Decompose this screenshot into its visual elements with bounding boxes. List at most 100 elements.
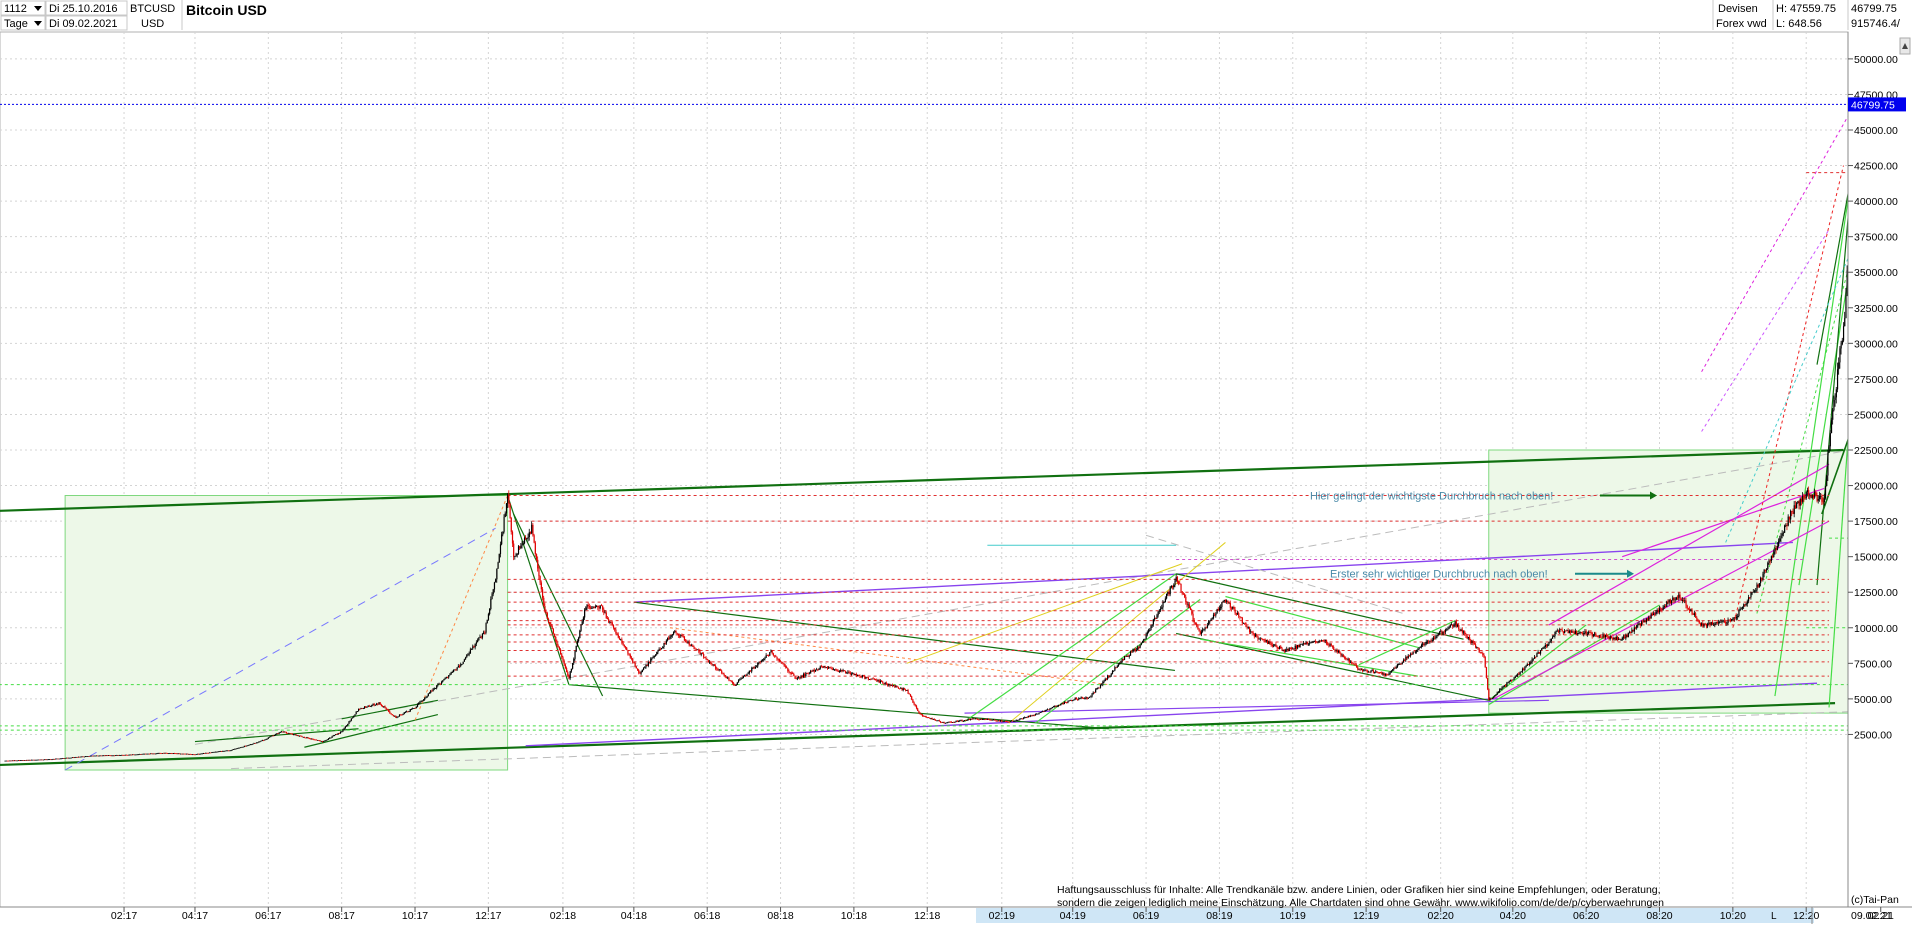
candle-body [1808,490,1810,496]
candle-body [350,718,352,721]
date-to: Di 09.02.2021 [49,18,118,30]
candle-body [444,677,446,680]
candle-body [1597,636,1599,637]
candle-body [964,720,966,721]
candle-body [119,755,122,756]
time-scrollbar[interactable] [976,908,1814,923]
candle-body [1355,665,1358,668]
candle-body [1215,613,1217,616]
candle-body [212,752,214,753]
candle-body [835,669,837,671]
candle-body [495,579,497,583]
y-tick-label: 7500.00 [1854,658,1892,670]
candle-body [33,759,35,761]
candle-body [320,741,322,742]
candle-body [1178,581,1180,584]
candle-body [289,733,291,734]
candle-body [183,753,185,755]
candle-body [1609,636,1611,639]
candle-body [1191,610,1193,614]
candle-body [269,736,271,738]
candle-body [861,675,864,678]
candle-body [380,704,383,706]
candle-body [199,753,201,755]
candle-body [103,755,105,757]
market-label: Devisen [1718,3,1758,15]
candle-body [409,709,411,712]
candle-body [1637,624,1639,626]
x-tick-label: 08:19 [1206,910,1232,922]
candle-body [1059,704,1061,706]
candle-body [439,683,441,685]
candle-body [1707,623,1709,627]
candle-body [707,660,710,663]
candle-body [668,637,670,639]
candle-body [826,667,829,669]
candle-body [299,735,301,737]
candle-body [1523,668,1525,670]
candle-body [771,650,773,654]
candle-body [764,657,766,659]
candle-body [27,759,29,761]
candle-body [1502,686,1504,688]
candle-body [341,731,343,733]
candle-body [230,750,232,752]
candle-body [820,666,823,668]
candle-body [1261,638,1263,640]
candle-body [22,760,24,761]
candle-body [1096,688,1098,690]
candle-body [1004,721,1007,723]
candle-body [67,757,69,759]
candle-body [422,699,425,701]
candle-body [966,720,968,721]
candle-body [93,755,95,757]
candle-body [1083,697,1085,699]
candle-body [187,753,189,755]
candle-body [397,716,399,718]
candle-body [1565,630,1567,632]
candle-body [562,657,564,661]
candle-body [1015,720,1017,721]
candle-body [130,754,132,756]
candle-body [1827,452,1829,476]
candle-body [1814,491,1816,498]
candle-body [1104,678,1106,681]
candle-body [1316,642,1318,644]
candle-body [933,719,936,720]
candle-body [1619,638,1621,640]
candle-body [1513,677,1515,680]
candle-body [457,665,460,668]
candle-body [1390,670,1393,673]
candle-body [1672,597,1674,601]
candle-body [1649,617,1651,619]
candle-body [823,666,825,668]
candle-body [295,734,297,736]
candle-body [477,640,479,643]
candle-body [1662,606,1664,610]
scale-mode[interactable]: L [1771,911,1777,922]
candle-body [52,758,54,760]
candle-body [1594,633,1596,635]
candle-body [1075,697,1078,700]
candle-body [401,714,403,716]
candle-body [587,604,589,607]
candle-body [632,658,634,663]
x-tick-label: 10:20 [1720,910,1746,922]
candle-body [674,631,676,632]
candle-body [774,655,776,657]
candle-body [1780,535,1782,539]
candle-body [653,655,655,657]
candle-body [122,754,124,756]
candle-body [117,755,119,756]
candle-body [462,661,464,664]
candle-body [1592,634,1595,637]
candle-body [1370,670,1372,673]
candle-body [1615,636,1617,640]
candle-body [1333,646,1335,650]
candle-body [514,556,516,558]
candle-body [73,757,75,759]
candle-body [545,612,547,614]
currency-label: USD [141,18,164,30]
candle-body [390,713,392,715]
candle-body [1032,714,1034,716]
